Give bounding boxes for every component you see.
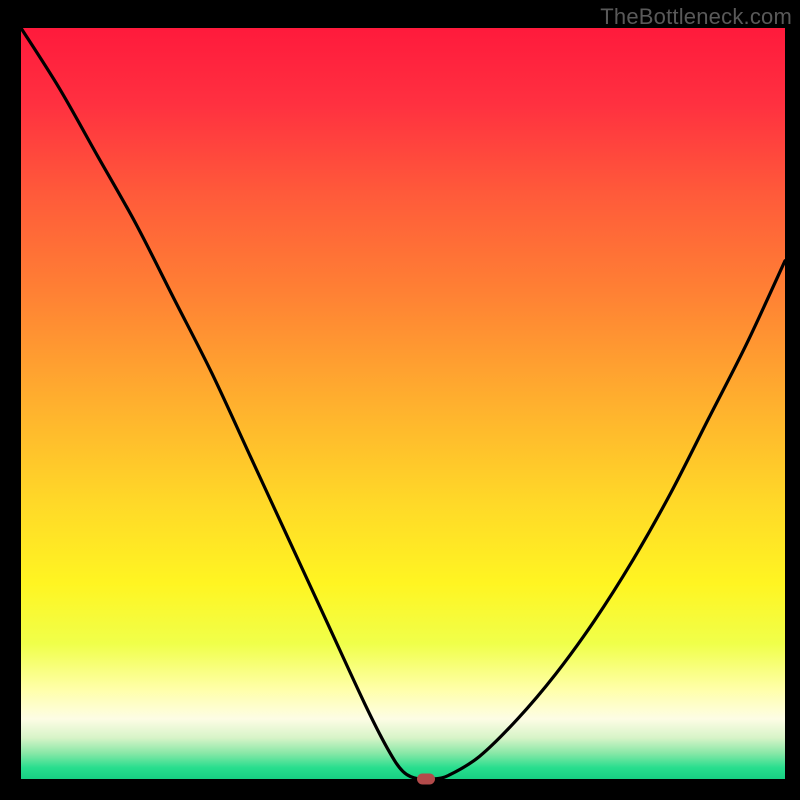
chart-frame: TheBottleneck.com: [0, 0, 800, 800]
background-gradient: [21, 28, 785, 779]
optimum-marker: [417, 774, 435, 785]
plot-area: [21, 28, 785, 779]
watermark-text: TheBottleneck.com: [600, 4, 792, 30]
